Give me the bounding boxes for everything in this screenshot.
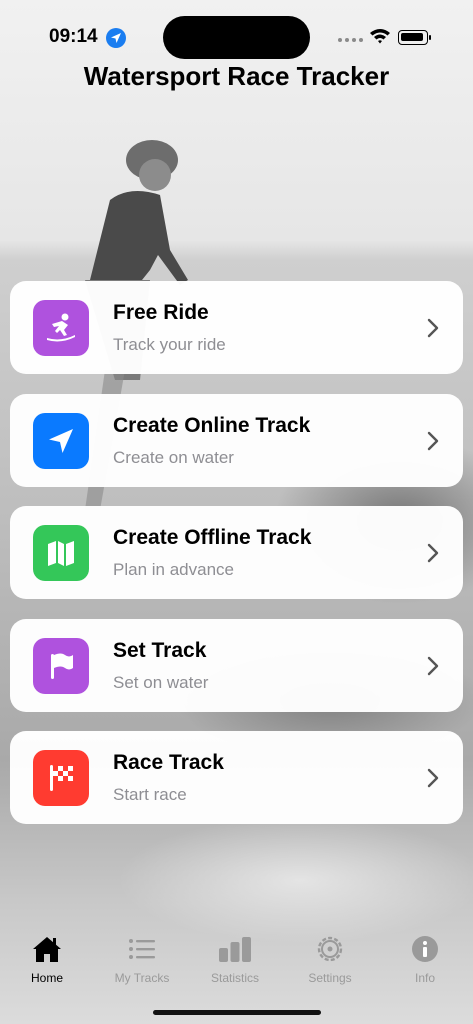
- menu-item-subtitle: Start race: [113, 785, 187, 804]
- dynamic-island: [163, 16, 310, 59]
- signal-icon: [338, 38, 363, 42]
- menu-item-create-online-track[interactable]: Create Online Track Create on water: [10, 393, 463, 487]
- bar-chart-icon: [200, 933, 270, 965]
- checkered-flag-icon: [33, 750, 89, 806]
- menu-list: Free Ride Track your ride Create Online …: [10, 281, 463, 844]
- chevron-right-icon: [427, 656, 439, 675]
- tab-label: Home: [30, 971, 63, 985]
- menu-item-subtitle: Track your ride: [113, 335, 226, 354]
- list-icon: [107, 933, 177, 965]
- chevron-right-icon: [427, 543, 439, 563]
- wifi-icon: [370, 29, 390, 44]
- house-icon: [12, 933, 82, 965]
- page-title: Watersport Race Tracker: [83, 61, 390, 91]
- surfer-icon: [33, 300, 89, 356]
- menu-item-free-ride[interactable]: Free Ride Track your ride: [10, 281, 463, 374]
- status-time: 09:14: [49, 26, 98, 47]
- menu-item-subtitle: Create on water: [113, 447, 234, 467]
- location-arrow-icon: [33, 412, 89, 469]
- menu-item-set-track[interactable]: Set Track Set on water: [10, 618, 463, 712]
- tab-home[interactable]: Home: [12, 933, 82, 985]
- tab-statistics[interactable]: Statistics: [200, 933, 270, 985]
- chevron-right-icon: [427, 431, 439, 450]
- menu-item-title: Race Track: [113, 751, 224, 774]
- menu-item-subtitle: Set on water: [113, 672, 209, 692]
- battery-icon: [398, 30, 431, 45]
- menu-item-create-offline-track[interactable]: Create Offline Track Plan in advance: [10, 506, 463, 599]
- menu-item-title: Set Track: [113, 638, 207, 662]
- home-indicator[interactable]: [153, 1010, 321, 1015]
- flag-icon: [33, 637, 89, 694]
- status-bar: 09:14: [0, 0, 473, 60]
- tab-label: My Tracks: [114, 971, 170, 985]
- info-icon: [390, 933, 460, 965]
- tab-label: Statistics: [210, 971, 259, 985]
- menu-item-title: Create Online Track: [113, 413, 311, 437]
- menu-item-title: Create Offline Track: [113, 526, 312, 549]
- location-icon: [106, 28, 126, 48]
- tab-info[interactable]: Info: [390, 933, 460, 985]
- menu-item-race-track[interactable]: Race Track Start race: [10, 731, 463, 824]
- tab-label: Info: [414, 971, 435, 985]
- tab-settings[interactable]: Settings: [295, 933, 365, 985]
- tab-my-tracks[interactable]: My Tracks: [107, 933, 177, 985]
- chevron-right-icon: [427, 768, 439, 788]
- chevron-right-icon: [427, 318, 439, 338]
- map-icon: [33, 525, 89, 581]
- menu-item-subtitle: Plan in advance: [113, 560, 234, 579]
- menu-item-title: Free Ride: [113, 301, 209, 324]
- gear-icon: [295, 933, 365, 965]
- tab-label: Settings: [308, 971, 352, 985]
